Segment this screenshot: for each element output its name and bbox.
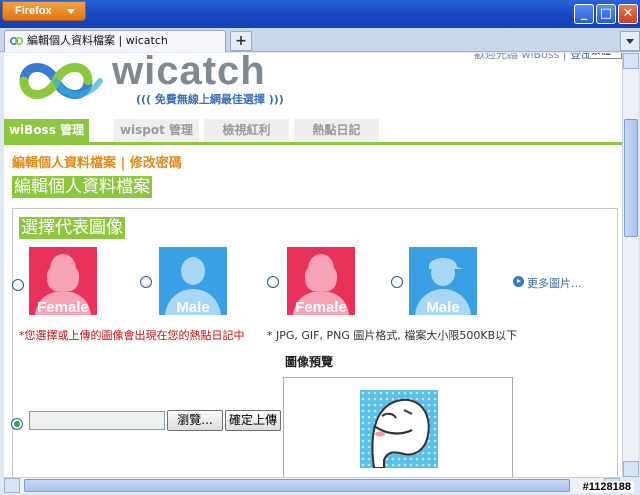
image-watermark: #1128188 xyxy=(579,481,634,493)
tab-title: 編輯個人資料檔案 | wicatch xyxy=(27,34,168,47)
logo-wordmark: wicatch xyxy=(112,53,266,93)
section-title: 選擇代表圖像 xyxy=(19,217,125,239)
file-path-input[interactable] xyxy=(29,411,165,430)
upload-radio[interactable] xyxy=(11,418,23,430)
avatar-option-male-1[interactable]: Male xyxy=(159,247,227,315)
avatar-caption: Female xyxy=(295,299,347,315)
scroll-down-button[interactable] xyxy=(623,461,639,477)
avatar-option-male-2[interactable]: Male xyxy=(409,247,477,315)
minimize-button[interactable]: _ xyxy=(574,4,594,24)
tab-hotspot-diary[interactable]: 熱點日記 xyxy=(294,119,380,142)
browse-button[interactable]: 瀏覽... xyxy=(167,410,223,431)
avatar-caption: Male xyxy=(176,299,210,315)
preview-label: 圖像預覽 xyxy=(285,355,334,369)
upload-button[interactable]: 確定上傳 xyxy=(225,410,281,431)
firefox-menu-label: Firefox xyxy=(15,5,52,17)
avatar-radio-4[interactable] xyxy=(391,276,403,288)
page-viewport: 歡迎光臨 wiBoss | 登出 繁體 wicatch ((( 免費無線上網最佳… xyxy=(4,53,622,477)
tab-list-button[interactable] xyxy=(620,31,640,51)
vertical-scroll-thumb[interactable] xyxy=(624,119,638,237)
avatar-caption: Male xyxy=(426,299,460,315)
wicatch-favicon-icon xyxy=(10,37,23,45)
avatar-radio-1[interactable] xyxy=(12,279,24,291)
wicatch-logo[interactable]: wicatch ((( 免費無線上網最佳選擇 ))) xyxy=(16,53,286,109)
page-title: 編輯個人資料檔案 xyxy=(12,176,152,198)
maximize-button[interactable]: □ xyxy=(596,4,616,24)
window-titlebar: Firefox _ □ ✕ xyxy=(0,0,640,28)
preview-avatar-image xyxy=(360,390,438,468)
new-tab-button[interactable]: + xyxy=(230,31,252,51)
dropdown-arrow-icon xyxy=(67,9,75,14)
horizontal-scroll-thumb[interactable] xyxy=(24,479,570,492)
main-nav: wiBoss 管理 wispot 管理 檢視紅利 熱點日記 xyxy=(4,119,622,145)
file-format-note: * JPG, GIF, PNG 圖片格式, 檔案大小限500KB以下 xyxy=(267,329,518,342)
breadcrumb[interactable]: 編輯個人資料檔案 | 修改密碼 xyxy=(12,152,182,171)
close-window-button[interactable]: ✕ xyxy=(618,4,638,24)
tab-wiboss-manage[interactable]: wiBoss 管理 xyxy=(4,119,90,142)
language-select[interactable]: 繁體 xyxy=(588,53,622,59)
wicatch-logo-icon xyxy=(19,63,103,99)
logo-slogan: ((( 免費無線上網最佳選擇 ))) xyxy=(136,93,284,106)
avatar-option-female-1[interactable]: Female xyxy=(29,247,97,315)
firefox-menu-button[interactable]: Firefox xyxy=(2,1,86,21)
avatar-panel: 選擇代表圖像 Female Male Female Male 更多圖片... *… xyxy=(11,208,618,477)
horizontal-scrollbar[interactable] xyxy=(4,477,620,493)
avatar-option-female-2[interactable]: Female xyxy=(287,247,355,315)
preview-box xyxy=(283,377,513,477)
user-toplinks: 歡迎光臨 wiBoss | 登出 xyxy=(474,53,592,62)
vertical-scrollbar[interactable] xyxy=(622,53,639,477)
more-images-link[interactable]: 更多圖片... xyxy=(527,275,582,291)
tab-view-bonus[interactable]: 檢視紅利 xyxy=(204,119,290,142)
scroll-up-button[interactable] xyxy=(623,53,639,69)
avatar-radio-2[interactable] xyxy=(140,276,152,288)
welcome-text: 歡迎光臨 wiBoss | xyxy=(474,53,570,61)
diary-note: *您選擇或上傳的圖像會出現在您的熱點日記中 xyxy=(19,329,245,342)
avatar-radio-3[interactable] xyxy=(267,276,279,288)
scroll-left-button[interactable] xyxy=(4,478,20,493)
browser-tab[interactable]: 編輯個人資料檔案 | wicatch xyxy=(4,30,226,52)
tab-wispot-manage[interactable]: wispot 管理 xyxy=(114,119,200,142)
more-arrow-icon xyxy=(513,276,524,287)
tab-bar: 編輯個人資料檔案 | wicatch + xyxy=(0,28,640,52)
avatar-caption: Female xyxy=(37,299,89,315)
